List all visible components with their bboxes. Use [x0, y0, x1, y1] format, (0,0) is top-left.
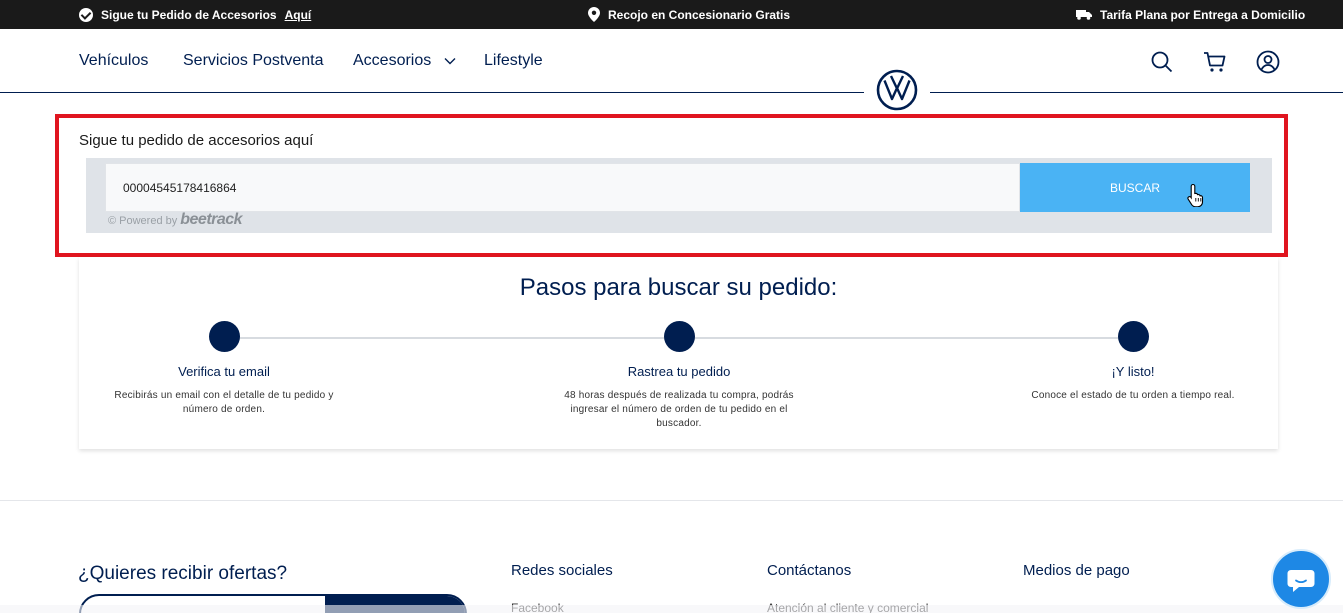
topbar-track-order[interactable]: Sigue tu Pedido de Accesorios Aquí: [79, 0, 311, 29]
nav-divider-left: [0, 92, 864, 93]
footer-contact-heading: Contáctanos: [767, 562, 852, 579]
nav-item-vehiculos[interactable]: Vehículos: [79, 52, 148, 70]
bottom-edge: [0, 605, 1343, 613]
nav-item-accesorios[interactable]: Accesorios: [353, 52, 456, 70]
footer-social-heading: Redes sociales: [511, 562, 613, 579]
newsletter-title: ¿Quieres recibir ofertas?: [78, 563, 288, 584]
topbar-track-link[interactable]: Aquí: [285, 8, 312, 22]
powered-by: © Powered by beetrack: [108, 211, 243, 229]
search-icon[interactable]: [1150, 50, 1174, 74]
topbar-pickup-text: Recojo en Concesionario Gratis: [608, 7, 791, 22]
tracking-search-panel: BUSCAR © Powered by beetrack: [86, 158, 1272, 233]
chevron-down-icon: [444, 58, 456, 65]
topbar-track-text: Sigue tu Pedido de Accesorios: [101, 7, 277, 22]
topbar-delivery-text: Tarifa Plana por Entrega a Domicilio: [1100, 7, 1306, 22]
step-dot: [1117, 321, 1149, 352]
step-description: Conoce el estado de tu orden a tiempo re…: [1031, 390, 1235, 401]
chat-bubble-icon: [1287, 570, 1315, 592]
topbar-pickup: Recojo en Concesionario Gratis: [588, 0, 790, 29]
footer-divider: [0, 500, 1343, 501]
nav-item-accesorios-label: Accesorios: [353, 52, 432, 69]
truck-icon: [1076, 10, 1092, 20]
footer-payment-heading: Medios de pago: [1023, 562, 1130, 579]
step-dot: [208, 321, 240, 352]
announcement-bar: Sigue tu Pedido de Accesorios Aquí Recoj…: [0, 0, 1343, 29]
beetrack-logo[interactable]: beetrack: [180, 211, 242, 229]
step-done: ¡Y listo! Conoce el estado de tu orden a…: [1008, 321, 1258, 403]
step-description: Recibirás un email con el detalle de tu …: [114, 390, 334, 415]
cart-icon[interactable]: [1203, 50, 1227, 74]
location-pin-icon: [588, 7, 600, 22]
nav-divider-right: [930, 92, 1343, 93]
nav-item-lifestyle[interactable]: Lifestyle: [484, 52, 543, 70]
tracking-title: Sigue tu pedido de accesorios aquí: [79, 132, 314, 149]
steps-heading: Pasos para buscar su pedido:: [519, 274, 838, 301]
user-icon[interactable]: [1256, 50, 1280, 74]
nav-item-servicios-postventa[interactable]: Servicios Postventa: [183, 52, 324, 70]
search-order-button[interactable]: BUSCAR: [1020, 163, 1250, 212]
step-title: ¡Y listo!: [1111, 364, 1155, 379]
step-title: Verifica tu email: [178, 364, 270, 379]
step-verify-email: Verifica tu email Recibirás un email con…: [99, 321, 349, 417]
hand-cursor-icon: [1187, 183, 1204, 207]
vw-logo[interactable]: [876, 69, 918, 111]
chat-button[interactable]: [1271, 549, 1331, 609]
check-circle-icon: [79, 7, 93, 22]
order-number-input[interactable]: [105, 163, 1020, 212]
steps-card: Pasos para buscar su pedido: Verifica tu…: [79, 257, 1278, 449]
step-dot: [663, 321, 695, 352]
order-tracking-section: Sigue tu pedido de accesorios aquí BUSCA…: [55, 114, 1288, 257]
step-track-order: Rastrea tu pedido 48 horas después de re…: [554, 321, 804, 431]
main-nav: Vehículos Servicios Postventa Accesorios…: [0, 29, 1343, 93]
topbar-delivery: Tarifa Plana por Entrega a Domicilio: [1076, 0, 1305, 29]
step-title: Rastrea tu pedido: [627, 364, 731, 379]
powered-by-text: © Powered by: [108, 215, 178, 227]
step-description: 48 horas después de realizada tu compra,…: [564, 390, 794, 429]
